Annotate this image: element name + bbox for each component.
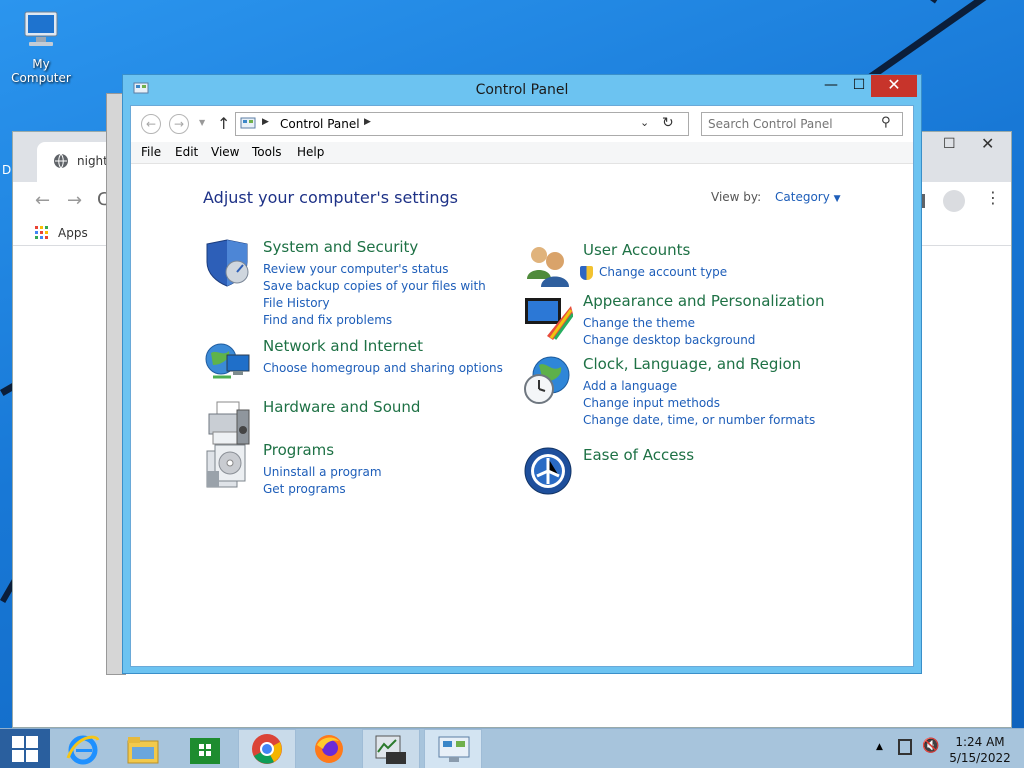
clock-time: 1:24 AM <box>955 735 1005 749</box>
title-bar[interactable]: Control Panel — ☐ ✕ <box>123 75 921 105</box>
link-find-fix-problems[interactable]: Find and fix problems <box>263 312 503 329</box>
address-dropdown-chevron-icon[interactable]: ⌄ <box>640 116 649 129</box>
view-by-dropdown[interactable]: Category <box>775 190 830 204</box>
internet-explorer-icon <box>66 735 100 765</box>
link-change-date-time-formats[interactable]: Change date, time, or number formats <box>583 412 823 429</box>
link-change-theme[interactable]: Change the theme <box>583 315 823 332</box>
taskbar-chrome[interactable] <box>238 729 296 768</box>
clock-date: 5/15/2022 <box>949 751 1011 765</box>
link-change-desktop-background[interactable]: Change desktop background <box>583 332 823 349</box>
maximize-button[interactable]: ☐ <box>845 75 873 97</box>
control-panel-window[interactable]: Control Panel — ☐ ✕ ← → ▼ ↑ ▶ Control Pa… <box>122 74 922 674</box>
users-icon <box>527 247 569 287</box>
refresh-icon[interactable]: ↻ <box>662 115 674 131</box>
windows-logo-icon <box>12 736 38 762</box>
link-change-account-type[interactable]: Change account type <box>583 264 823 281</box>
monitor-palette-icon <box>525 298 573 340</box>
folder-icon <box>127 737 159 764</box>
category-title[interactable]: System and Security <box>263 238 418 256</box>
view-by-label: View by: <box>711 190 762 204</box>
taskbar-file-explorer[interactable] <box>114 729 172 768</box>
menu-help[interactable]: Help <box>297 145 324 159</box>
category-title[interactable]: User Accounts <box>583 241 690 259</box>
globe-icon <box>54 153 68 169</box>
volume-muted-tray-icon[interactable]: 🔇 <box>922 738 939 768</box>
shield-icon <box>206 239 249 287</box>
ease-of-access-icon <box>524 447 572 495</box>
taskbar-firefox[interactable] <box>300 729 358 768</box>
category-title[interactable]: Clock, Language, and Region <box>583 355 801 373</box>
programs-disc-icon <box>206 444 246 488</box>
window-title: Control Panel <box>475 82 569 98</box>
menu-tools[interactable]: Tools <box>252 145 282 159</box>
bookmarks-apps-label[interactable]: Apps <box>58 226 88 240</box>
close-button[interactable]: ✕ <box>871 75 917 97</box>
forward-button[interactable]: → <box>169 114 189 134</box>
my-computer-label: My Computer <box>11 57 71 85</box>
task-manager-icon <box>375 735 406 764</box>
search-input[interactable] <box>701 112 903 136</box>
control-panel-small-icon <box>240 117 256 129</box>
recent-locations-chevron-icon[interactable]: ▼ <box>199 118 205 127</box>
breadcrumb-control-panel[interactable]: Control Panel <box>280 117 360 131</box>
menu-edit[interactable]: Edit <box>175 145 198 159</box>
up-arrow-icon[interactable]: ↑ <box>217 114 230 133</box>
back-arrow-icon[interactable]: ← <box>35 190 50 211</box>
apps-grid-icon[interactable] <box>35 226 49 240</box>
link-file-history[interactable]: Save backup copies of your files with Fi… <box>263 278 503 312</box>
address-bar[interactable]: ▶ Control Panel ▶ ⌄ ↻ <box>235 112 689 136</box>
back-button[interactable]: ← <box>141 114 161 134</box>
link-review-status[interactable]: Review your computer's status <box>263 261 503 278</box>
my-computer-desktop-icon[interactable]: My Computer <box>2 10 80 85</box>
taskbar-store[interactable] <box>176 729 234 768</box>
category-title[interactable]: Network and Internet <box>263 337 423 355</box>
view-by: View by: Category ▼ <box>711 190 841 204</box>
uac-shield-icon <box>580 266 593 280</box>
category-title[interactable]: Programs <box>263 441 334 459</box>
profile-avatar-icon[interactable] <box>943 190 965 212</box>
minimize-button[interactable]: — <box>817 75 845 97</box>
globe-clock-icon <box>524 356 570 404</box>
menu-view[interactable]: View <box>211 145 239 159</box>
chrome-icon <box>252 734 282 764</box>
link-change-input-methods[interactable]: Change input methods <box>583 395 823 412</box>
category-title[interactable]: Hardware and Sound <box>263 398 420 416</box>
firefox-icon <box>315 735 343 763</box>
network-globe-icon <box>205 343 250 379</box>
taskbar-clock[interactable]: 1:24 AM 5/15/2022 <box>940 734 1020 766</box>
navigation-bar: ← → ▼ ↑ ▶ Control Panel ▶ ⌄ ↻ ⚲ <box>131 106 913 142</box>
link-uninstall-program[interactable]: Uninstall a program <box>263 464 503 481</box>
taskbar-internet-explorer[interactable] <box>54 729 112 768</box>
page-heading: Adjust your computer's settings <box>203 188 458 207</box>
browser-maximize-icon[interactable]: ☐ <box>943 136 956 152</box>
control-panel-taskbar-icon <box>438 736 470 762</box>
link-add-language[interactable]: Add a language <box>583 378 823 395</box>
breadcrumb-separator-icon: ▶ <box>262 117 269 127</box>
forward-arrow-icon[interactable]: → <box>67 190 82 211</box>
browser-close-icon[interactable]: ✕ <box>981 134 994 153</box>
category-title[interactable]: Appearance and Personalization <box>583 292 825 310</box>
desktop-stray-label: D <box>2 163 12 177</box>
taskbar-control-panel[interactable] <box>424 729 482 768</box>
network-tray-icon[interactable] <box>898 739 912 755</box>
category-title[interactable]: Ease of Access <box>583 446 694 464</box>
link-get-programs[interactable]: Get programs <box>263 481 503 498</box>
menu-bar: File Edit View Tools Help <box>131 142 913 164</box>
browser-menu-icon[interactable]: ⋮ <box>985 188 1001 207</box>
search-icon[interactable]: ⚲ <box>881 115 891 130</box>
menu-file[interactable]: File <box>141 145 161 159</box>
taskbar: ▲ 🔇 1:24 AM 5/15/2022 <box>0 728 1024 768</box>
show-hidden-icons-chevron-icon[interactable]: ▲ <box>876 742 883 768</box>
link-homegroup-sharing[interactable]: Choose homegroup and sharing options <box>263 360 503 377</box>
taskbar-task-manager[interactable] <box>362 729 420 768</box>
store-icon <box>190 738 220 764</box>
window-client: ← → ▼ ↑ ▶ Control Panel ▶ ⌄ ↻ ⚲ File Edi… <box>130 105 914 667</box>
computer-icon <box>24 11 58 46</box>
view-by-chevron-icon[interactable]: ▼ <box>834 194 841 204</box>
breadcrumb-expand-icon[interactable]: ▶ <box>364 117 371 127</box>
start-button[interactable] <box>0 729 50 768</box>
